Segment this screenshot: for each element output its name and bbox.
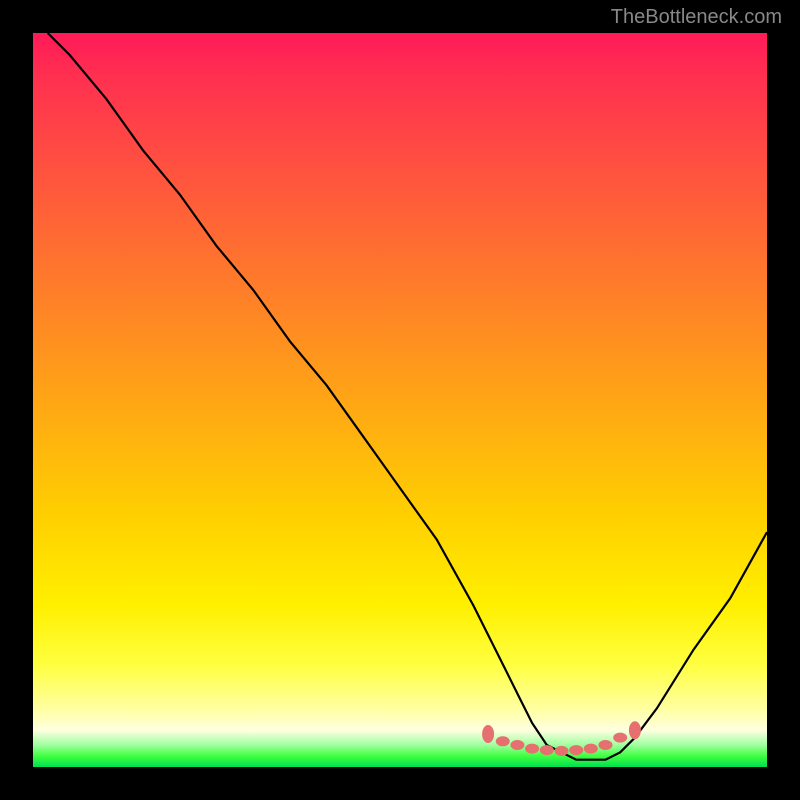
highlight-dot: [540, 745, 554, 755]
curve-svg: [33, 33, 767, 767]
highlight-dot: [496, 736, 510, 746]
highlight-dot: [569, 745, 583, 755]
highlight-dot: [584, 744, 598, 754]
watermark-text: TheBottleneck.com: [611, 6, 782, 29]
highlight-dot: [555, 746, 569, 756]
highlight-dot: [599, 740, 613, 750]
bottleneck-curve-line: [48, 33, 767, 760]
highlight-dot: [482, 725, 494, 743]
plot-area: [33, 33, 767, 767]
highlight-dot: [629, 721, 641, 739]
highlight-dot: [613, 733, 627, 743]
highlight-markers: [482, 721, 641, 756]
highlight-dot: [510, 740, 524, 750]
highlight-dot: [525, 744, 539, 754]
